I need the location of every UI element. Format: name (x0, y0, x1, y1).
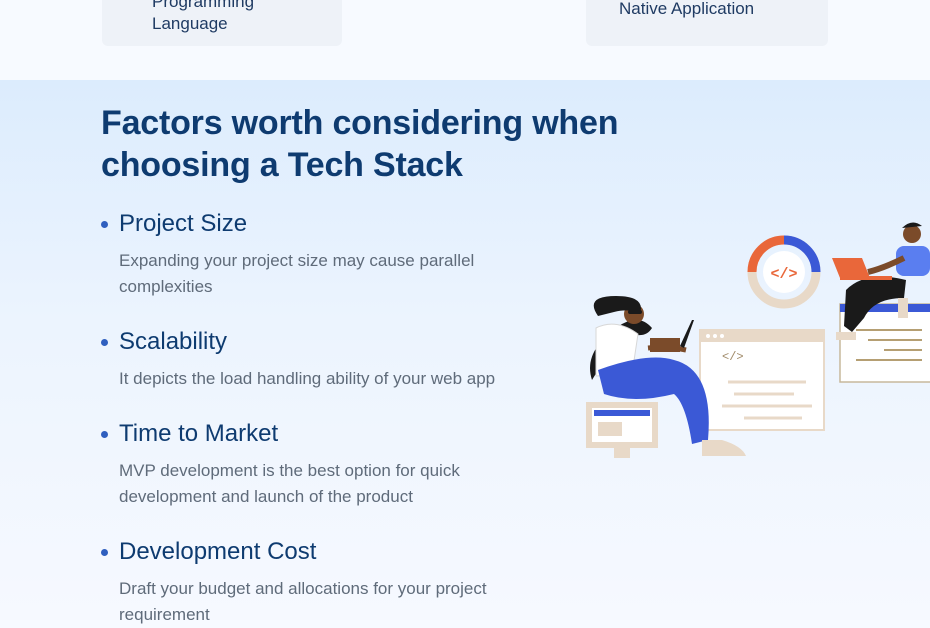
section-title: Factors worth considering when choosing … (101, 104, 619, 184)
factor-description: MVP development is the best option for q… (119, 461, 460, 506)
factor-development-cost: Development Cost Draft your budget and a… (101, 536, 571, 628)
card-label: Native Application (619, 0, 755, 18)
factor-description: It depicts the load handling ability of … (119, 369, 496, 388)
factor-title: Scalability (119, 328, 228, 355)
card-programming-language[interactable]: Programming Language (102, 0, 342, 46)
panel-code-symbol: </> (722, 350, 744, 364)
code-icon: </> (747, 235, 821, 309)
top-strip: Programming Language Native Application (0, 0, 930, 80)
factor-description: Draft your budget and allocations for yo… (119, 579, 487, 624)
bullet-icon (101, 548, 108, 556)
developers-illustration: </> </> (586, 222, 930, 458)
bullet-icon (101, 338, 108, 346)
factor-title: Project Size (119, 210, 248, 237)
card-label: Programming Language (152, 0, 255, 33)
monitor-icon (586, 402, 658, 458)
bullet-icon (101, 220, 108, 228)
bullet-icon (101, 430, 108, 438)
card-native-application[interactable]: Native Application (586, 0, 828, 46)
factor-description: Expanding your project size may cause pa… (119, 251, 475, 296)
factor-title: Time to Market (119, 420, 279, 447)
factor-scalability: Scalability It depicts the load handling… (101, 326, 571, 392)
factor-time-to-market: Time to Market MVP development is the be… (101, 418, 571, 510)
code-symbol: </> (770, 266, 797, 283)
factor-title: Development Cost (119, 538, 317, 565)
tech-stack-factors-section: Factors worth considering when choosing … (0, 80, 930, 624)
factor-project-size: Project Size Expanding your project size… (101, 208, 571, 300)
